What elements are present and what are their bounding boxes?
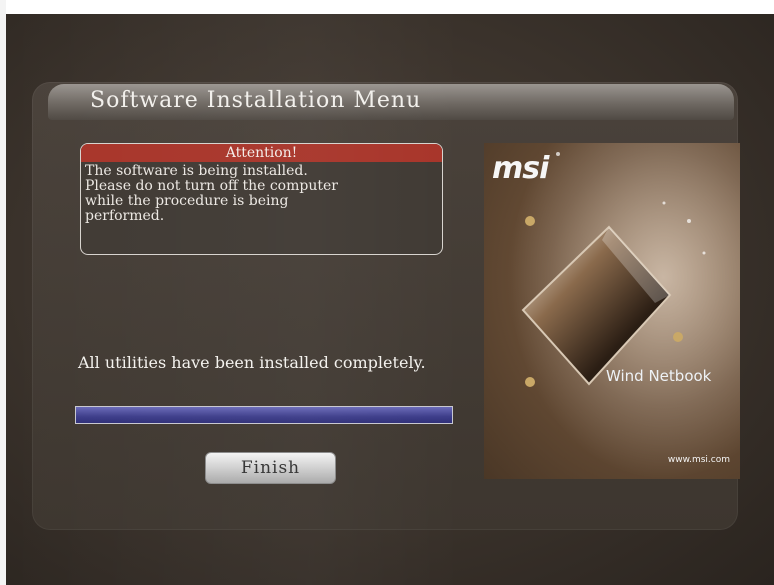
status-text: All utilities have been installed comple… — [78, 353, 426, 372]
window-title: Software Installation Menu — [90, 88, 422, 113]
screen-top-edge — [0, 0, 774, 14]
msi-logo: msi — [492, 151, 549, 186]
poster-url: www.msi.com — [667, 455, 730, 465]
finish-button[interactable]: Finish — [205, 452, 336, 484]
attention-heading: Attention! — [81, 144, 442, 162]
attention-box: Attention! The software is being install… — [80, 143, 443, 255]
attention-message: The software is being installed. Please … — [85, 163, 338, 224]
progress-fill — [76, 407, 452, 423]
progress-bar — [75, 406, 453, 424]
msi-promo-image: msi Wind Netbook www.msi.com — [484, 143, 740, 479]
screen-left-edge — [0, 0, 6, 585]
poster-artwork — [484, 143, 740, 479]
poster-tagline: Wind Netbook — [606, 367, 712, 385]
